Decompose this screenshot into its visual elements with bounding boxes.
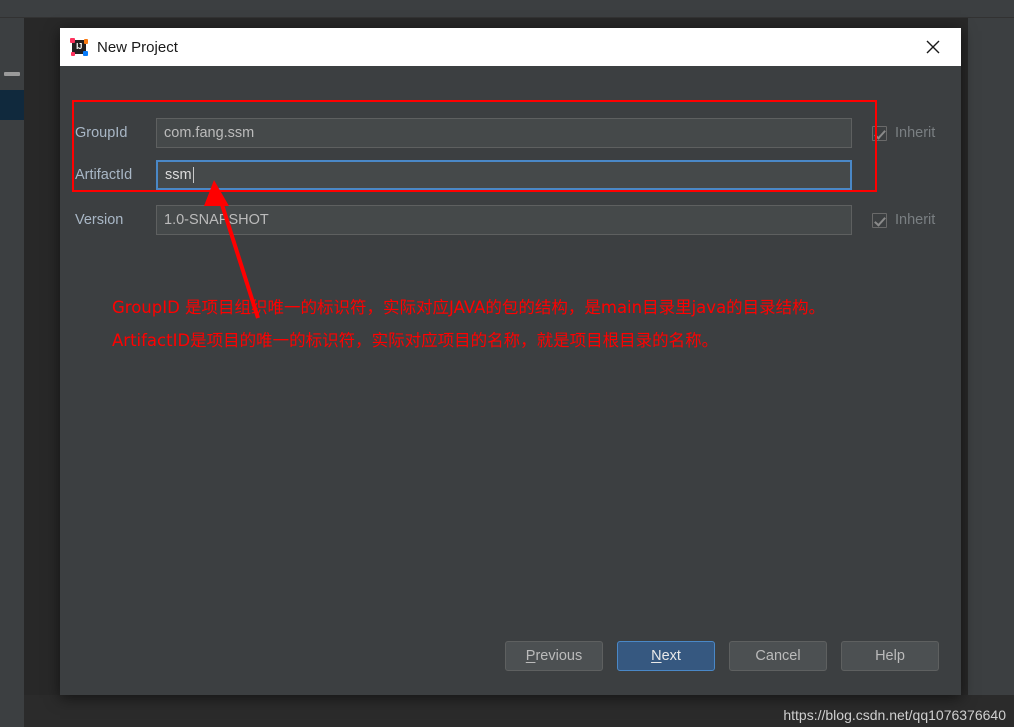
ide-right-tool-strip [968, 18, 1014, 727]
screen: IJ New Project GroupId com.fang.ssm Inhe… [0, 0, 1014, 727]
version-label: Version [75, 212, 124, 228]
previous-button-label: revious [535, 648, 583, 664]
form-row-groupid: GroupId com.fang.ssm Inherit [60, 118, 961, 148]
next-button-label: ext [661, 648, 681, 664]
close-icon[interactable] [905, 28, 961, 66]
groupid-input[interactable]: com.fang.ssm [156, 118, 852, 148]
dialog-title-bar: IJ New Project [60, 28, 961, 66]
intellij-idea-icon: IJ [70, 38, 88, 56]
groupid-label: GroupId [75, 125, 128, 141]
version-value: 1.0-SNAPSHOT [164, 212, 269, 228]
groupid-inherit-checkbox[interactable] [872, 125, 887, 141]
version-inherit-checkbox[interactable] [872, 212, 887, 228]
version-input[interactable]: 1.0-SNAPSHOT [156, 205, 852, 235]
help-button-label: Help [875, 648, 905, 664]
next-button[interactable]: Next [617, 641, 715, 671]
groupid-value: com.fang.ssm [164, 125, 255, 141]
previous-button-mnemonic: P [525, 648, 536, 664]
version-inherit-group[interactable]: Inherit [872, 212, 935, 228]
watermark-url: https://blog.csdn.net/qq1076376640 [783, 707, 1006, 723]
ide-rail-menu-line [4, 72, 20, 76]
cancel-button-label: Cancel [755, 648, 801, 664]
ide-top-bar [0, 0, 1014, 18]
groupid-inherit-label: Inherit [895, 125, 936, 141]
form-row-version: Version 1.0-SNAPSHOT Inherit [60, 205, 961, 235]
ide-rail-selected-item[interactable] [0, 90, 24, 120]
next-button-mnemonic: N [651, 648, 662, 664]
new-project-dialog: IJ New Project GroupId com.fang.ssm Inhe… [60, 28, 961, 695]
annotation-text-line1: GroupID 是项目组织唯一的标识符，实际对应JAVA的包的结构，是main目… [112, 298, 826, 317]
dialog-footer: Previous Next Cancel Help [60, 625, 961, 695]
artifactid-value: ssm [165, 167, 192, 183]
cancel-button[interactable]: Cancel [729, 641, 827, 671]
annotation-text-line2: ArtifactID是项目的唯一的标识符，实际对应项目的名称，就是项目根目录的名… [112, 331, 719, 350]
text-caret [192, 167, 194, 183]
artifactid-label: ArtifactId [75, 167, 133, 183]
help-button[interactable]: Help [841, 641, 939, 671]
dialog-body: GroupId com.fang.ssm Inherit ArtifactId … [60, 66, 961, 695]
ide-left-tool-rail[interactable] [0, 18, 24, 727]
version-inherit-label: Inherit [895, 212, 936, 228]
form-row-artifactid: ArtifactId ssm [60, 160, 961, 190]
dialog-title: New Project [97, 38, 178, 56]
groupid-inherit-group[interactable]: Inherit [872, 125, 935, 141]
artifactid-input[interactable]: ssm [156, 160, 852, 190]
previous-button[interactable]: Previous [505, 641, 603, 671]
